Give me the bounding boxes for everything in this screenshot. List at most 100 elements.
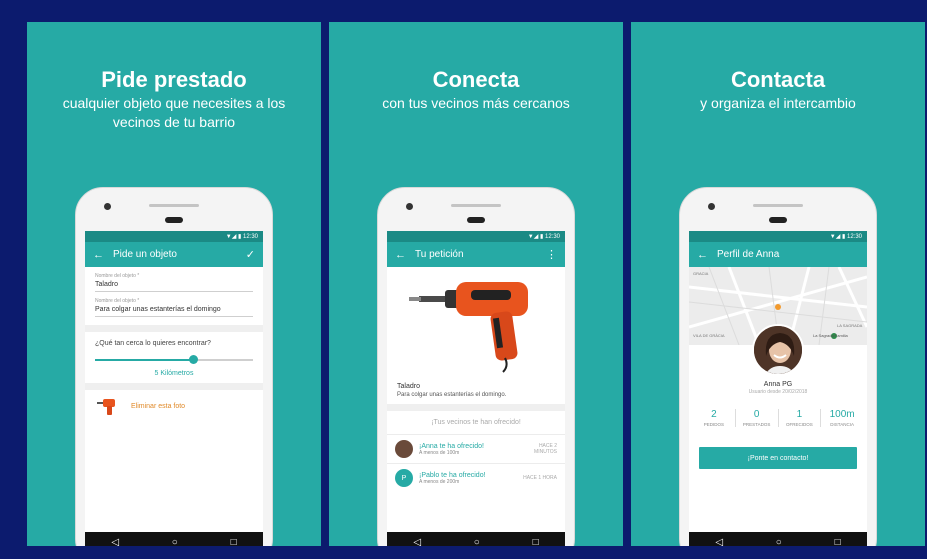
appbar-title: Tu petición bbox=[415, 249, 464, 260]
subtitle: con tus vecinos más cercanos bbox=[382, 95, 570, 111]
slider-thumb[interactable] bbox=[188, 355, 198, 364]
android-navbar: ◁ ○ □ bbox=[689, 532, 867, 546]
stat-pedidos: 2 PEDIDOS bbox=[693, 409, 735, 427]
stat-label: OFRECIDOS bbox=[785, 422, 813, 427]
phone-screen: ▼◢ ▮ 12:30 ← Perfil de Anna GRACIA VILA … bbox=[689, 231, 867, 546]
more-vert-icon[interactable]: ⋮ bbox=[546, 248, 557, 261]
promo-panel-connect: Conecta con tus vecinos más cercanos ▼◢ … bbox=[329, 22, 623, 546]
stat-label: PRESTADOS bbox=[742, 422, 771, 427]
distance-slider[interactable] bbox=[95, 353, 253, 367]
arrow-left-icon[interactable]: ← bbox=[697, 249, 717, 261]
divider bbox=[85, 383, 263, 390]
offer-distance: A menos de 200m bbox=[419, 478, 460, 485]
photo-row: Eliminar esta foto bbox=[85, 390, 263, 422]
headline: Conecta bbox=[432, 67, 520, 92]
triangle-back-icon[interactable]: ◁ bbox=[111, 537, 119, 546]
stat-ofrecidos: 1 OFRECIDOS bbox=[777, 409, 821, 427]
circle-home-icon[interactable]: ○ bbox=[776, 537, 782, 546]
status-time: 12:30 bbox=[544, 234, 560, 240]
triangle-back-icon[interactable]: ◁ bbox=[413, 537, 421, 546]
map-label: VILA DE GRÀCIA bbox=[693, 333, 725, 338]
circle-home-icon[interactable]: ○ bbox=[172, 537, 178, 546]
form-card: Nombre del objeto * Taladro Nombre del o… bbox=[85, 267, 263, 325]
field-value[interactable]: Para colgar unas estanterías el domingo bbox=[95, 304, 253, 317]
square-recent-icon[interactable]: □ bbox=[231, 537, 237, 546]
promo-panel-contact: Contacta y organiza el intercambio ▼◢ ▮ … bbox=[631, 22, 925, 546]
camera-icon bbox=[406, 203, 413, 210]
status-bar: ▼◢ ▮ 12:30 bbox=[387, 231, 565, 242]
divider bbox=[387, 404, 565, 411]
speaker-grill bbox=[149, 204, 199, 207]
offer-name: ¡Pablo te ha ofrecido! bbox=[419, 471, 486, 479]
earpiece bbox=[467, 217, 485, 223]
object-desc-field[interactable]: Nombre del objeto * Para colgar unas est… bbox=[85, 292, 263, 317]
map-label: LA SAGRADA bbox=[837, 323, 863, 328]
divider bbox=[85, 325, 263, 332]
subtitle: y organiza el intercambio bbox=[700, 95, 856, 111]
delete-photo-link[interactable]: Eliminar esta foto bbox=[131, 403, 185, 410]
offer-item[interactable]: ¡Anna te ha ofrecido! A menos de 100m HA… bbox=[387, 434, 565, 463]
earpiece bbox=[769, 217, 787, 223]
camera-icon bbox=[104, 203, 111, 210]
circle-home-icon[interactable]: ○ bbox=[474, 537, 480, 546]
stat-value: 0 bbox=[753, 409, 760, 420]
request-description: Para colgar unas estanterías el domingo. bbox=[397, 392, 507, 398]
map-label: GRACIA bbox=[693, 271, 709, 276]
distance-question: ¿Qué tan cerca lo quieres encontrar? bbox=[95, 340, 211, 347]
android-navbar: ◁ ○ □ bbox=[387, 532, 565, 546]
drill-photo bbox=[387, 267, 565, 377]
avatar bbox=[395, 440, 413, 458]
field-value[interactable]: Taladro bbox=[95, 279, 253, 292]
stat-label: PEDIDOS bbox=[703, 422, 724, 427]
phone-mockup: ▼◢ ▮ 12:30 ← Pide un objeto ✓ Nombre del… bbox=[75, 187, 273, 546]
map-label: La Sagrada Familia bbox=[813, 333, 848, 338]
phone-screen: ▼◢ ▮ 12:30 ← Pide un objeto ✓ Nombre del… bbox=[85, 231, 263, 546]
app-bar: ← Pide un objeto ✓ bbox=[85, 242, 263, 267]
offer-time: HACE 1 HORA bbox=[523, 475, 557, 481]
slider-fill bbox=[95, 359, 193, 361]
android-navbar: ◁ ○ □ bbox=[85, 532, 263, 546]
avatar: P bbox=[395, 469, 413, 487]
arrow-left-icon[interactable]: ← bbox=[395, 249, 415, 261]
check-icon[interactable]: ✓ bbox=[246, 248, 255, 261]
triangle-back-icon[interactable]: ◁ bbox=[715, 537, 723, 546]
headline: Pide prestado bbox=[101, 67, 247, 92]
arrow-left-icon[interactable]: ← bbox=[93, 249, 113, 261]
headline: Contacta bbox=[730, 67, 826, 92]
phone-screen: ▼◢ ▮ 12:30 ← Tu petición ⋮ Taladro Para … bbox=[387, 231, 565, 546]
status-time: 12:30 bbox=[242, 234, 258, 240]
square-recent-icon[interactable]: □ bbox=[835, 537, 841, 546]
earpiece bbox=[165, 217, 183, 223]
speaker-grill bbox=[451, 204, 501, 207]
stat-value: 1 bbox=[796, 409, 803, 420]
contact-button[interactable]: ¡Ponte en contacto! bbox=[699, 447, 857, 469]
speaker-grill bbox=[753, 204, 803, 207]
stat-value: 2 bbox=[711, 409, 717, 420]
distance-card: ¿Qué tan cerca lo quieres encontrar? 5 K… bbox=[85, 332, 263, 383]
offer-distance: A menos de 100m bbox=[419, 449, 460, 456]
camera-icon bbox=[708, 203, 715, 210]
status-bar: ▼◢ ▮ 12:30 bbox=[689, 231, 867, 242]
offer-item[interactable]: P ¡Pablo te ha ofrecido! A menos de 200m… bbox=[387, 463, 565, 492]
app-bar: ← Perfil de Anna bbox=[689, 242, 867, 267]
object-name-field[interactable]: Nombre del objeto * Taladro bbox=[85, 267, 263, 292]
app-bar: ← Tu petición ⋮ bbox=[387, 242, 565, 267]
offer-name: ¡Anna te ha ofrecido! bbox=[419, 442, 484, 450]
appbar-title: Perfil de Anna bbox=[717, 249, 780, 260]
offer-time: HACE 2 MINUTOS bbox=[534, 443, 557, 455]
profile-name: Anna PG bbox=[763, 381, 793, 388]
stat-prestados: 0 PRESTADOS bbox=[734, 409, 778, 427]
promo-panel-borrow: Pide prestado cualquier objeto que neces… bbox=[27, 22, 321, 546]
profile-stats: 2 PEDIDOS 0 PRESTADOS 1 OFRECIDOS 100m D… bbox=[689, 409, 867, 427]
request-title: Taladro bbox=[397, 383, 420, 390]
drill-icon bbox=[409, 282, 528, 373]
status-bar: ▼◢ ▮ 12:30 bbox=[85, 231, 263, 242]
distance-value: 5 Kilómetros bbox=[154, 370, 194, 377]
drill-thumbnail bbox=[95, 396, 119, 416]
avatar bbox=[752, 324, 804, 376]
stat-value: 100m bbox=[829, 409, 855, 420]
square-recent-icon[interactable]: □ bbox=[533, 537, 539, 546]
stat-distancia: 100m DISTANCIA bbox=[820, 409, 863, 427]
appbar-title: Pide un objeto bbox=[113, 249, 177, 260]
profile-since: Usuario desde 20/02/2018 bbox=[748, 389, 808, 395]
